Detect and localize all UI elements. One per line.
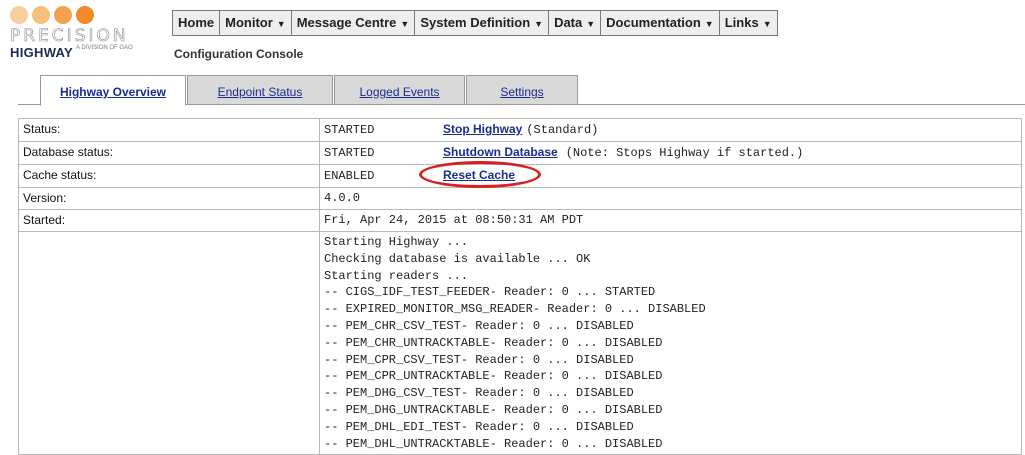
cache-status-label: Cache status:	[18, 164, 320, 188]
tab-logged-events[interactable]: Logged Events	[334, 75, 465, 105]
logo-dot-4	[76, 6, 94, 24]
logo-brand-row: HIGHWAY A DIVISION OF GAO	[10, 45, 170, 60]
logo-dot-2	[32, 6, 50, 24]
started-label: Started:	[18, 209, 320, 232]
table-row: Starting Highway ... Checking database i…	[18, 230, 1022, 455]
menu-documentation-label: Documentation	[606, 15, 701, 30]
menu-home-label: Home	[178, 15, 215, 30]
status-label: Status:	[18, 118, 320, 142]
menu-documentation[interactable]: Documentation ▼	[601, 11, 720, 35]
tab-settings[interactable]: Settings	[466, 75, 578, 105]
log-line: Starting readers ...	[324, 268, 469, 283]
log-line: -- PEM_DHL_EDI_TEST- Reader: 0 ... DISAB…	[324, 419, 634, 434]
tab-highway-overview-label: Highway Overview	[59, 85, 167, 99]
log-line: -- PEM_DHL_UNTRACKTABLE- Reader: 0 ... D…	[324, 436, 663, 451]
menu-system-definition[interactable]: System Definition ▼	[415, 11, 550, 35]
log-line: -- PEM_DHG_UNTRACKTABLE- Reader: 0 ... D…	[324, 402, 663, 417]
main-menu: Home Monitor ▼ Message Centre ▼ System Def…	[172, 10, 778, 36]
shutdown-database-link[interactable]: Shutdown Database	[443, 145, 558, 159]
table-row: Version: 4.0.0	[18, 187, 1022, 210]
database-status-label: Database status:	[18, 141, 320, 165]
page-subtitle: Configuration Console	[174, 47, 304, 61]
menu-links-label: Links	[724, 15, 759, 30]
chevron-down-icon: ▼	[534, 19, 544, 29]
logo-tagline: A DIVISION OF GAO	[76, 45, 133, 51]
table-row: Started: Fri, Apr 24, 2015 at 08:50:31 A…	[18, 209, 1022, 232]
menu-message-centre-label: Message Centre	[296, 15, 397, 30]
version-label: Version:	[18, 187, 320, 210]
tab-logged-events-label: Logged Events	[359, 85, 440, 99]
menu-data[interactable]: Data ▼	[549, 11, 602, 35]
log-line: -- EXPIRED_MONITOR_MSG_READER- Reader: 0…	[324, 302, 706, 317]
log-line: Starting Highway ...	[324, 235, 469, 249]
startup-log: Starting Highway ... Checking database i…	[319, 230, 1022, 455]
log-line: -- PEM_CHR_UNTRACKTABLE- Reader: 0 ... D…	[324, 335, 663, 350]
status-cell: STARTED Stop Highway (Standard)	[319, 118, 1022, 142]
log-line: Checking database is available ... OK	[324, 251, 591, 266]
logo-wordmark: PRECISION	[10, 26, 129, 46]
menu-message-centre[interactable]: Message Centre ▼	[292, 11, 416, 35]
tab-endpoint-status[interactable]: Endpoint Status	[187, 75, 333, 105]
chevron-down-icon: ▼	[586, 19, 596, 29]
logo-dot-1	[10, 6, 28, 24]
log-line: -- PEM_DHG_CSV_TEST- Reader: 0 ... DISAB…	[324, 386, 634, 401]
tab-highway-overview[interactable]: Highway Overview	[40, 75, 186, 106]
tab-endpoint-status-label: Endpoint Status	[217, 85, 303, 99]
menu-monitor-label: Monitor	[225, 15, 273, 30]
menu-monitor[interactable]: Monitor ▼	[220, 11, 292, 35]
table-row: Database status: STARTED Shutdown Databas…	[18, 141, 1022, 165]
status-value: STARTED	[324, 123, 375, 137]
logo-dots	[10, 6, 170, 24]
log-line: -- PEM_CHR_CSV_TEST- Reader: 0 ... DISAB…	[324, 318, 634, 333]
chevron-down-icon: ▼	[762, 19, 772, 29]
log-line: -- PEM_CPR_CSV_TEST- Reader: 0 ... DISAB…	[324, 352, 634, 367]
table-row: Status: STARTED Stop Highway (Standard)	[18, 118, 1022, 142]
log-line: -- CIGS_IDF_TEST_FEEDER- Reader: 0 ... S…	[324, 285, 656, 300]
log-line: -- PEM_CPR_UNTRACKTABLE- Reader: 0 ... D…	[324, 369, 663, 384]
database-note: (Note: Stops Highway if started.)	[565, 146, 804, 160]
version-value: 4.0.0	[319, 187, 1022, 210]
chevron-down-icon: ▼	[400, 19, 410, 29]
menu-home[interactable]: Home	[173, 11, 221, 35]
chevron-down-icon: ▼	[276, 19, 286, 29]
menu-system-definition-label: System Definition	[420, 15, 531, 30]
menu-links[interactable]: Links ▼	[720, 11, 778, 35]
menu-data-label: Data	[554, 15, 583, 30]
logo-brand: HIGHWAY	[10, 45, 74, 60]
started-value: Fri, Apr 24, 2015 at 08:50:31 AM PDT	[319, 209, 1022, 232]
precision-highway-logo: PRECISION HIGHWAY A DIVISION OF GAO	[10, 6, 170, 66]
database-status-value: STARTED	[324, 146, 375, 160]
chevron-down-icon: ▼	[704, 19, 714, 29]
stop-highway-link[interactable]: Stop Highway	[443, 122, 522, 136]
status-note: (Standard)	[526, 123, 599, 137]
tab-settings-label: Settings	[500, 85, 544, 99]
logo-dot-3	[54, 6, 72, 24]
log-label-cell	[18, 230, 320, 455]
database-status-cell: STARTED Shutdown Database (Note: Stops Hig…	[319, 141, 1022, 165]
highlight-ellipse	[419, 161, 541, 188]
